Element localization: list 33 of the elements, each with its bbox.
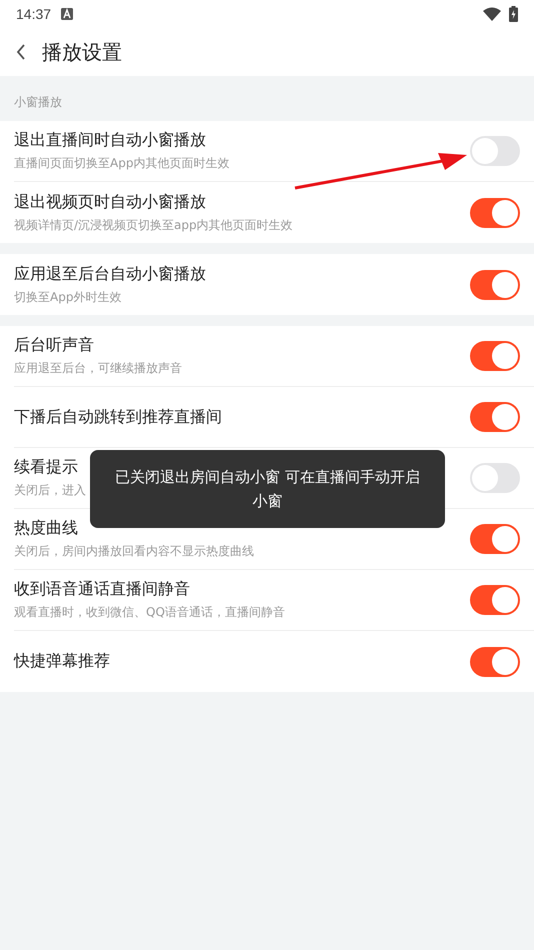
setting-description: 关闭后，房间内播放回看内容不显示热度曲线 [14,543,254,560]
setting-title: 热度曲线 [14,518,78,539]
toggle-switch[interactable] [470,463,520,493]
setting-title: 续看提示 [14,457,78,478]
setting-description: 视频详情页/沉浸视频页切换至app内其他页面时生效 [14,216,293,234]
setting-title: 后台听声音 [14,335,94,356]
setting-title: 收到语音通话直播间静音 [14,579,190,600]
wifi-icon [483,7,501,21]
setting-description: 观看直播时，收到微信、QQ语音通话，直播间静音 [14,604,285,621]
setting-description: 切换至App外时生效 [14,288,122,306]
setting-description: 直播间页面切换至App内其他页面时生效 [14,155,230,172]
toggle-switch[interactable] [470,585,520,615]
battery-icon [509,6,518,22]
toggle-switch[interactable] [470,402,520,432]
toggle-switch[interactable] [470,646,520,676]
setting-title: 退出视频页时自动小窗播放 [14,192,206,212]
status-time: 14:37 [16,6,52,22]
toggle-switch[interactable] [470,198,520,228]
toggle-switch[interactable] [470,524,520,554]
page-title: 播放设置 [42,38,122,66]
setting-title: 下播后自动跳转到推荐直播间 [14,406,222,428]
setting-description: 关闭后，进入 [14,482,86,499]
toggle-switch[interactable] [470,270,520,300]
notification-icon [61,8,74,20]
setting-title: 退出直播间时自动小窗播放 [14,130,206,151]
section-label: 小窗播放 [13,94,63,111]
setting-title: 应用退至后台自动小窗播放 [14,264,206,284]
setting-description: 应用退至后台，可继续播放声音 [14,360,182,377]
toggle-switch[interactable] [470,136,520,166]
toggle-switch[interactable] [470,341,520,371]
toast-message: 已关闭退出房间自动小窗 可在直播间手动开启小窗 [90,450,445,528]
back-icon[interactable] [16,44,26,60]
setting-title: 快捷弹幕推荐 [14,651,110,672]
